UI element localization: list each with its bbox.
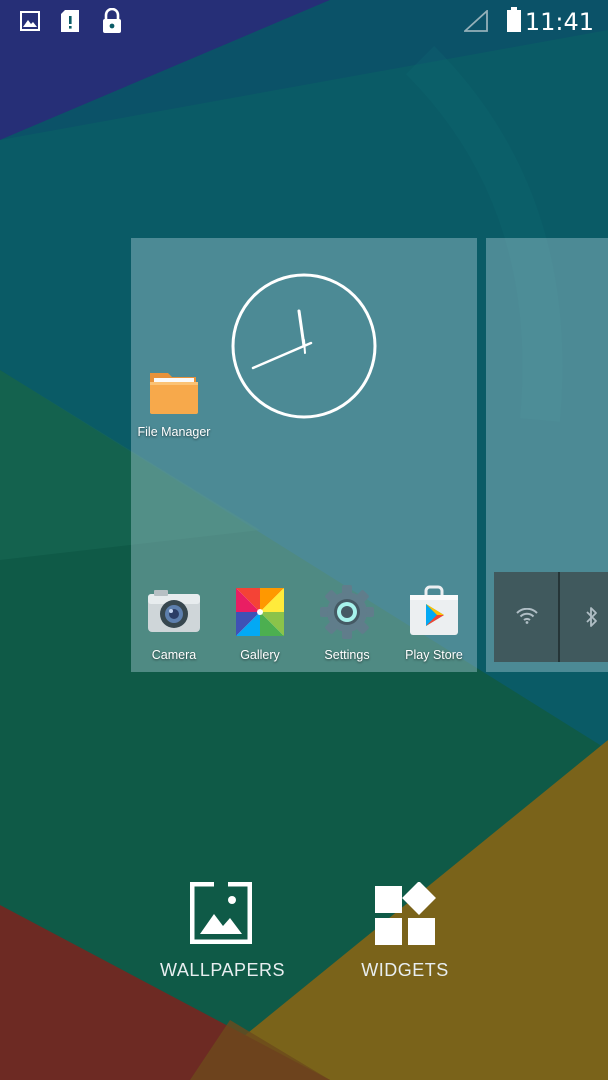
app-gallery[interactable]: Gallery: [217, 582, 303, 662]
app-label: Play Store: [405, 648, 463, 662]
workspace-page-current[interactable]: File Manager Camera Gallery Settings Pla…: [131, 238, 477, 672]
play-store-icon: [404, 582, 464, 642]
app-label: Gallery: [240, 648, 280, 662]
camera-icon: [144, 582, 204, 642]
wallpaper-icon: [189, 881, 253, 945]
app-settings[interactable]: Settings: [304, 582, 390, 662]
app-label: Settings: [324, 648, 370, 662]
folder-icon: [144, 363, 204, 423]
wifi-icon[interactable]: [516, 607, 538, 629]
sd-card-alert-icon: [60, 9, 80, 38]
widgets-button[interactable]: WIDGETS: [352, 881, 458, 981]
status-bar: 11:41: [0, 0, 608, 44]
analog-clock-widget[interactable]: [231, 273, 377, 419]
quick-settings-widget[interactable]: [494, 572, 608, 662]
app-label: File Manager: [137, 425, 211, 439]
wallpapers-label: WALLPAPERS: [160, 960, 286, 980]
app-label: Camera: [151, 648, 197, 662]
wallpapers-button[interactable]: WALLPAPERS: [160, 881, 286, 981]
app-camera[interactable]: Camera: [131, 582, 217, 662]
image-notification-icon: [20, 11, 40, 36]
settings-icon: [317, 582, 377, 642]
battery-icon: [506, 7, 522, 38]
widget-divider: [558, 572, 560, 662]
app-file-manager[interactable]: File Manager: [131, 363, 217, 439]
widgets-icon: [373, 881, 437, 946]
bluetooth-icon[interactable]: [585, 606, 599, 633]
gallery-icon: [230, 582, 290, 642]
app-play-store[interactable]: Play Store: [391, 582, 477, 662]
signal-icon: [462, 8, 488, 37]
clock-time: 11:41: [524, 8, 594, 36]
widgets-label: WIDGETS: [361, 960, 449, 980]
lock-icon: [101, 7, 123, 39]
